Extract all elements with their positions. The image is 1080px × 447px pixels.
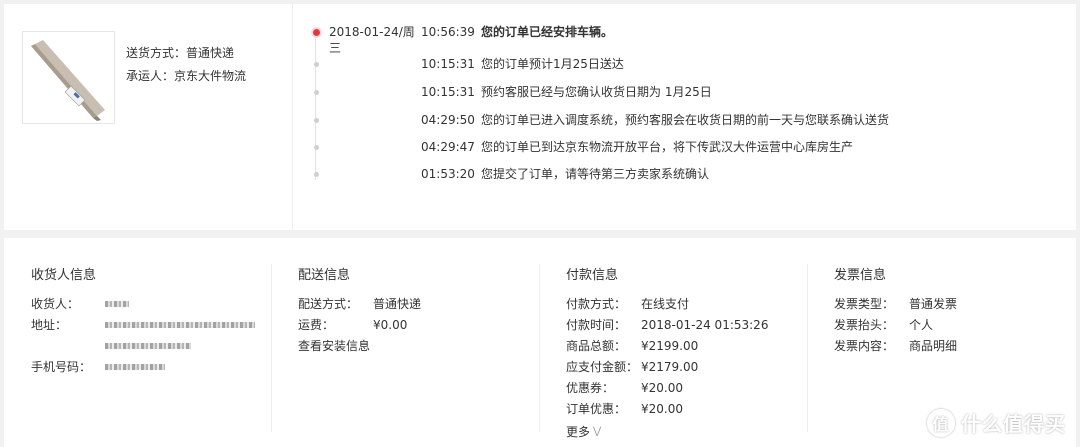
invoice-info-title: 发票信息 xyxy=(834,268,887,283)
tracking-timeline-line xyxy=(315,34,316,180)
payment-label: 付款时间： xyxy=(566,318,627,332)
payment-label: 优惠券： xyxy=(566,381,615,395)
tracking-time: 10:15:31 xyxy=(421,57,475,71)
tracking-time: 04:29:47 xyxy=(421,140,475,154)
tracking-row: 01:53:20 您提交了订单，请等待第三方卖家系统确认 xyxy=(329,166,709,182)
payment-row: 付款方式： 在线支付 xyxy=(566,294,768,315)
payment-value: ¥20.00 xyxy=(641,381,683,395)
invoice-rows: 发票类型： 普通发票 发票抬头： 个人 发票内容： 商品明细 xyxy=(834,294,957,357)
tracking-date xyxy=(329,139,421,155)
column-divider xyxy=(539,264,540,432)
tracking-date xyxy=(329,56,421,72)
shipping-method-label: 送货方式： xyxy=(126,46,187,60)
invoice-label: 发票抬头： xyxy=(834,318,895,332)
payment-label: 应支付金额： xyxy=(566,360,639,374)
delivery-info-title: 配送信息 xyxy=(298,268,351,283)
payment-value: ¥2199.00 xyxy=(641,339,699,353)
phone-redacted xyxy=(105,364,165,370)
invoice-label: 发票类型： xyxy=(834,297,895,311)
tracking-text: 您的订单预计1月25日送达 xyxy=(481,57,624,71)
invoice-row: 发票抬头： 个人 xyxy=(834,315,957,336)
watermark-text: 什么值得买 xyxy=(961,412,1066,436)
more-button[interactable]: 更多 ⋁ xyxy=(566,423,768,440)
payment-value: 在线支付 xyxy=(641,297,690,311)
tracking-dot xyxy=(313,171,319,177)
tracking-time: 01:53:20 xyxy=(421,167,475,181)
tracking-text: 预约客服已经与您确认收货日期为 1月25日 xyxy=(481,85,712,99)
tracking-text: 您的订单已经安排车辆。 xyxy=(481,25,614,39)
invoice-value: 个人 xyxy=(909,318,934,332)
invoice-row: 发票内容： 商品明细 xyxy=(834,336,957,357)
product-thumbnail[interactable] xyxy=(22,31,115,124)
tracking-row: 10:15:31 您的订单预计1月25日送达 xyxy=(329,56,624,72)
phone-label: 手机号码： xyxy=(31,360,92,374)
tracking-date: 2018-01-24/周三 xyxy=(329,25,415,55)
delivery-info-section: 配送信息 配送方式： 普通快递 运费： ¥0.00 查看安装信息 xyxy=(298,264,421,357)
tracking-date xyxy=(329,84,421,100)
receiver-info-section: 收货人信息 收货人： 地址： 手机号码： xyxy=(31,264,255,378)
column-divider xyxy=(271,264,272,432)
tracking-dot xyxy=(313,117,319,123)
payment-row: 商品总额： ¥2199.00 xyxy=(566,336,768,357)
tracking-row: 10:15:31 预约客服已经与您确认收货日期为 1月25日 xyxy=(329,84,712,100)
tracking-dot-active xyxy=(312,28,320,36)
tracking-time: 04:29:50 xyxy=(421,113,475,127)
receiver-info-title: 收货人信息 xyxy=(31,268,97,283)
invoice-info-section: 发票信息 发票类型： 普通发票 发票抬头： 个人 发票内容： 商品明细 xyxy=(834,264,957,357)
tracking-time: 10:56:39 xyxy=(421,25,475,39)
column-divider xyxy=(807,264,808,432)
carrier-label: 承运人： xyxy=(126,69,175,83)
payment-row: 应支付金额： ¥2179.00 xyxy=(566,357,768,378)
shipping-method-value: 普通快递 xyxy=(186,46,235,60)
tracking-text: 您提交了订单，请等待第三方卖家系统确认 xyxy=(481,167,710,181)
delivery-method-value: 普通快递 xyxy=(373,297,422,311)
tracking-dot xyxy=(313,61,319,67)
tracking-time: 10:15:31 xyxy=(421,85,475,99)
invoice-value: 商品明细 xyxy=(909,339,958,353)
tracking-text: 您的订单已到达京东物流开放平台，将下传武汉大件运营中心库房生产 xyxy=(481,140,854,154)
address-redacted-line2 xyxy=(105,343,191,349)
watermark-logo-icon: 值 xyxy=(927,408,955,437)
payment-info-title: 付款信息 xyxy=(566,268,619,283)
address-redacted-line1 xyxy=(105,322,255,328)
payment-row: 订单优惠： ¥20.00 xyxy=(566,399,768,420)
address-label: 地址： xyxy=(31,318,68,332)
payment-label: 订单优惠： xyxy=(566,402,627,416)
payment-row: 优惠券： ¥20.00 xyxy=(566,378,768,399)
payment-row: 付款时间： 2018-01-24 01:53:26 xyxy=(566,315,768,336)
tracking-date xyxy=(329,166,421,182)
shipping-fee-value: ¥0.00 xyxy=(373,318,408,332)
product-image xyxy=(31,40,105,121)
carrier-value: 京东大件物流 xyxy=(174,69,247,83)
tracking-row: 04:29:50 您的订单已进入调度系统，预约客服会在收货日期的前一天与您联系确认… xyxy=(329,112,889,128)
tracking-dot xyxy=(313,144,319,150)
tracking-row: 2018-01-24/周三 10:56:39 您的订单已经安排车辆。 xyxy=(329,24,614,55)
tracking-date xyxy=(329,112,421,128)
payment-value: 2018-01-24 01:53:26 xyxy=(641,318,769,332)
payment-info-section: 付款信息 付款方式： 在线支付 付款时间： 2018-01-24 01:53:26 商品… xyxy=(566,264,768,440)
invoice-row: 发票类型： 普通发票 xyxy=(834,294,957,315)
invoice-value: 普通发票 xyxy=(909,297,958,311)
tracking-dot xyxy=(313,89,319,95)
watermark: 值 什么值得买 xyxy=(927,408,1066,437)
invoice-label: 发票内容： xyxy=(834,339,895,353)
more-label: 更多 xyxy=(566,425,591,439)
shipment-summary: 送货方式： 普通快递 承运人： 京东大件物流 xyxy=(126,42,246,88)
panel-divider xyxy=(292,4,293,230)
chevron-down-icon: ⋁ xyxy=(593,426,602,437)
payment-value: ¥2179.00 xyxy=(641,360,699,374)
payment-label: 商品总额： xyxy=(566,339,627,353)
delivery-method-label: 配送方式： xyxy=(298,297,359,311)
payment-label: 付款方式： xyxy=(566,297,627,311)
tracking-row: 04:29:47 您的订单已到达京东物流开放平台，将下传武汉大件运营中心库房生产 xyxy=(329,139,853,155)
shipping-fee-label: 运费： xyxy=(298,318,335,332)
receiver-name-redacted xyxy=(105,301,129,307)
payment-rows: 付款方式： 在线支付 付款时间： 2018-01-24 01:53:26 商品总额： ¥2… xyxy=(566,294,768,420)
tracking-text: 您的订单已进入调度系统，预约客服会在收货日期的前一天与您联系确认送货 xyxy=(481,113,890,127)
view-install-info-link[interactable]: 查看安装信息 xyxy=(298,336,370,357)
receiver-name-label: 收货人： xyxy=(31,297,80,311)
payment-value: ¥20.00 xyxy=(641,402,683,416)
